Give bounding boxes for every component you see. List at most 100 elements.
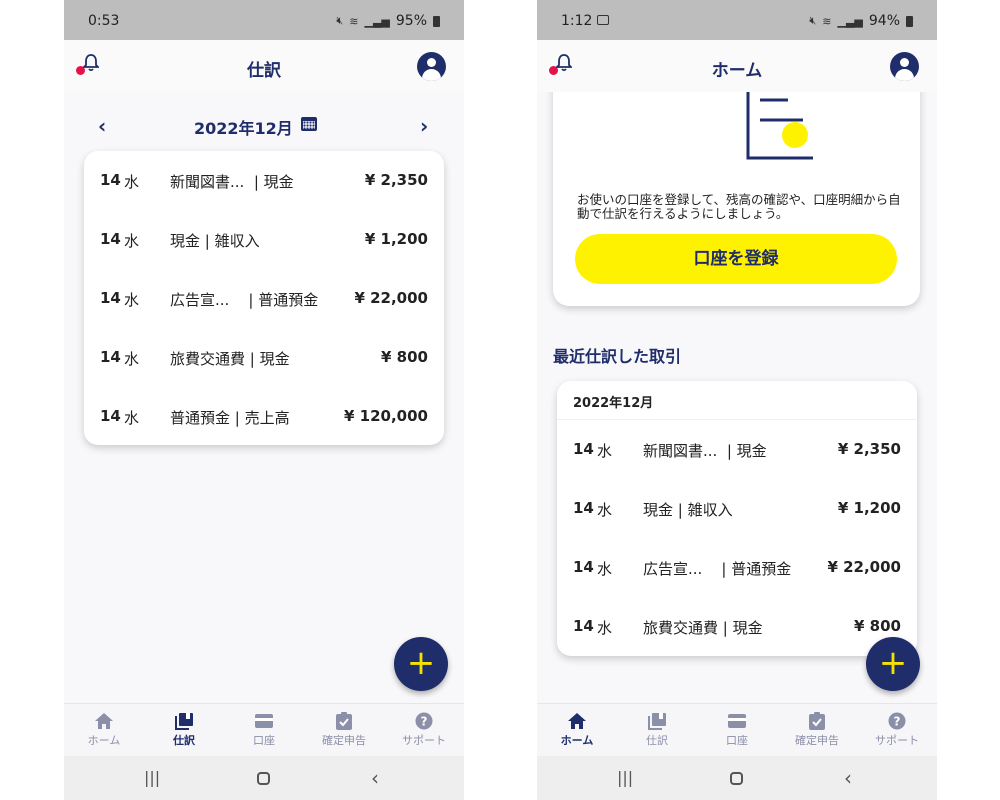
nav-tax-return[interactable]: 確定申告 [777, 712, 857, 748]
help-icon: ? [415, 712, 433, 730]
system-navigation-bar: ||| ‹ [537, 756, 937, 800]
svg-text:?: ? [421, 715, 428, 729]
journal-row[interactable]: 14 水 広告宣... | 普通預金 ¥ 22,000 [84, 269, 444, 328]
row-description: 新聞図書... | 現金 [170, 173, 294, 191]
wifi-icon: ≋ [822, 14, 832, 28]
phone-home-screen: 1:12 🔇︎ ≋ ▁▃▅ 94% お使いの口座を登録して、残高の確認や、口座明… [537, 0, 937, 800]
row-description: 旅費交通費 | 現金 [643, 619, 763, 637]
journal-row[interactable]: 14 水 広告宣... | 普通預金 ¥ 22,000 [557, 538, 917, 597]
bottom-navigation: ホーム 仕訳 口座 確定申告 ? サポート [537, 703, 937, 757]
row-day: 14 [573, 440, 594, 458]
page-title: ホーム [711, 61, 763, 81]
nav-account[interactable]: 口座 [224, 712, 304, 748]
row-description: 現金 | 雑収入 [643, 501, 733, 519]
nav-home-label: ホーム [560, 734, 594, 747]
nav-tax-return-label: 確定申告 [322, 734, 366, 747]
account-register-card: お使いの口座を登録して、残高の確認や、口座明細から自動で仕訳を行えるようにしまし… [553, 60, 920, 306]
back-system-button[interactable]: ‹ [371, 766, 379, 790]
row-description: 新聞図書... | 現金 [643, 442, 767, 460]
mute-icon: 🔇︎ [336, 14, 344, 27]
bottom-navigation: ホーム 仕訳 口座 確定申告 ? サポート [64, 703, 464, 757]
row-amount: ¥ 1,200 [364, 230, 428, 248]
nav-account-label: 口座 [726, 734, 748, 747]
nav-support[interactable]: ? サポート [857, 712, 937, 748]
card-icon [728, 714, 746, 728]
nav-journal-label: 仕訳 [646, 734, 668, 747]
row-description: 旅費交通費 | 現金 [170, 350, 290, 368]
status-indicators: 🔇︎ ≋ ▁▃▅ 95% [336, 13, 440, 29]
row-description: 広告宣... | 普通預金 [643, 560, 792, 578]
recent-apps-button[interactable]: ||| [144, 768, 160, 787]
status-bar: 1:12 🔇︎ ≋ ▁▃▅ 94% [537, 0, 937, 40]
row-day: 14 [573, 499, 594, 517]
row-day: 14 [573, 558, 594, 576]
row-amount: ¥ 1,200 [837, 499, 901, 517]
row-description: 広告宣... | 普通預金 [170, 291, 319, 309]
row-description: 現金 | 雑収入 [170, 232, 260, 250]
row-weekday: 水 [124, 350, 140, 368]
nav-tax-return[interactable]: 確定申告 [304, 712, 384, 748]
status-time: 1:12 [561, 13, 593, 29]
row-amount: ¥ 2,350 [364, 171, 428, 189]
battery-icon [906, 15, 913, 27]
battery-percent: 94% [868, 13, 900, 29]
nav-support[interactable]: ? サポート [384, 712, 464, 748]
battery-percent: 95% [395, 13, 427, 29]
row-weekday: 水 [597, 501, 613, 519]
row-amount: ¥ 800 [854, 617, 901, 635]
row-weekday: 水 [124, 232, 140, 250]
svg-text:?: ? [894, 715, 901, 729]
nav-support-label: サポート [402, 734, 446, 747]
nav-home[interactable]: ホーム [64, 712, 144, 748]
nav-support-label: サポート [875, 734, 919, 747]
row-weekday: 水 [597, 619, 613, 637]
nav-account-label: 口座 [253, 734, 275, 747]
journal-row[interactable]: 14 水 旅費交通費 | 現金 ¥ 800 [557, 597, 917, 656]
nav-journal[interactable]: 仕訳 [144, 712, 224, 748]
account-register-message: お使いの口座を登録して、残高の確認や、口座明細から自動で仕訳を行えるようにしまし… [577, 192, 901, 221]
row-day: 14 [100, 289, 121, 307]
journal-row[interactable]: 14 水 新聞図書... | 現金 ¥ 2,350 [557, 420, 917, 479]
image-notification-icon [597, 15, 609, 25]
journal-row[interactable]: 14 水 普通預金 | 売上高 ¥ 120,000 [84, 387, 444, 446]
recent-apps-button[interactable]: ||| [617, 768, 633, 787]
journal-row[interactable]: 14 水 現金 | 雑収入 ¥ 1,200 [84, 210, 444, 269]
app-header: 仕訳 [64, 40, 464, 92]
system-navigation-bar: ||| ‹ [64, 756, 464, 800]
prev-month-button[interactable]: ‹ [98, 114, 106, 138]
row-day: 14 [100, 348, 121, 366]
status-bar: 0:53 🔇︎ ≋ ▁▃▅ 95% [64, 0, 464, 40]
row-amount: ¥ 800 [381, 348, 428, 366]
journal-row[interactable]: 14 水 旅費交通費 | 現金 ¥ 800 [84, 328, 444, 387]
journal-row[interactable]: 14 水 現金 | 雑収入 ¥ 1,200 [557, 479, 917, 538]
back-system-button[interactable]: ‹ [844, 766, 852, 790]
journal-row[interactable]: 14 水 新聞図書... | 現金 ¥ 2,350 [84, 151, 444, 210]
add-journal-button[interactable]: + [866, 637, 920, 691]
row-day: 14 [100, 407, 121, 425]
journal-list-card: 14 水 新聞図書... | 現金 ¥ 2,350 14 水 現金 | 雑収入 … [84, 151, 444, 445]
nav-account[interactable]: 口座 [697, 712, 777, 748]
status-indicators: 🔇︎ ≋ ▁▃▅ 94% [809, 13, 913, 29]
account-avatar-icon[interactable] [417, 52, 446, 81]
add-journal-button[interactable]: + [394, 637, 448, 691]
mute-icon: 🔇︎ [809, 14, 817, 27]
row-amount: ¥ 22,000 [827, 558, 901, 576]
home-system-button[interactable] [257, 772, 270, 785]
next-month-button[interactable]: › [420, 114, 428, 138]
row-amount: ¥ 120,000 [344, 407, 428, 425]
register-account-button[interactable]: 口座を登録 [575, 234, 897, 284]
home-system-button[interactable] [730, 772, 743, 785]
calendar-icon[interactable] [301, 117, 317, 131]
nav-journal[interactable]: 仕訳 [617, 712, 697, 748]
row-amount: ¥ 2,350 [837, 440, 901, 458]
account-avatar-icon[interactable] [890, 52, 919, 81]
month-navigator: ‹ 2022年12月 › [64, 108, 464, 142]
nav-tax-return-label: 確定申告 [795, 734, 839, 747]
recent-transactions-title: 最近仕訳した取引 [553, 347, 682, 366]
nav-home[interactable]: ホーム [537, 712, 617, 748]
recent-transactions-card: 2022年12月 14 水 新聞図書... | 現金 ¥ 2,350 14 水 … [557, 381, 917, 656]
row-weekday: 水 [124, 173, 140, 191]
nav-home-label: ホーム [87, 734, 121, 747]
home-icon [95, 713, 113, 729]
row-weekday: 水 [124, 291, 140, 309]
